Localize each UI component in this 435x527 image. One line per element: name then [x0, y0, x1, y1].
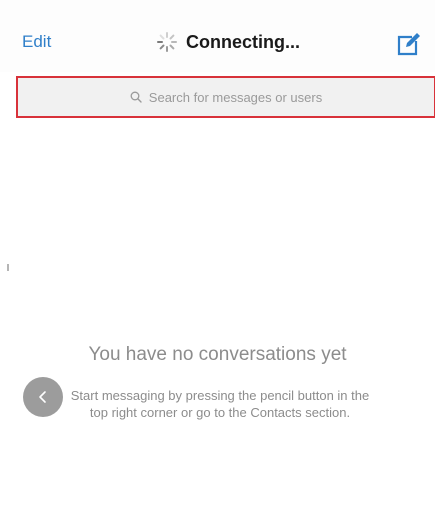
compose-button[interactable] [394, 30, 422, 58]
search-icon [130, 91, 142, 103]
navigation-bar: Edit Connecting... [0, 0, 435, 72]
empty-state-title: You have no conversations yet [88, 344, 347, 365]
connection-status: Connecting... [156, 30, 300, 54]
empty-state-subtitle: Start messaging by pressing the pencil b… [70, 388, 370, 420]
search-input[interactable]: Search for messages or users [18, 78, 434, 116]
edit-button[interactable]: Edit [22, 32, 51, 52]
page-title: Connecting... [186, 31, 300, 52]
pencil-compose-icon [394, 30, 422, 58]
search-bar-highlight: Search for messages or users [16, 76, 435, 118]
back-button[interactable] [23, 377, 63, 417]
chat-list-screen: Edit Connecting... Search for messages o… [0, 0, 435, 527]
chevron-left-icon [36, 390, 50, 404]
spinner-icon [156, 31, 178, 53]
search-placeholder: Search for messages or users [148, 89, 323, 105]
edge-marker [7, 264, 9, 271]
